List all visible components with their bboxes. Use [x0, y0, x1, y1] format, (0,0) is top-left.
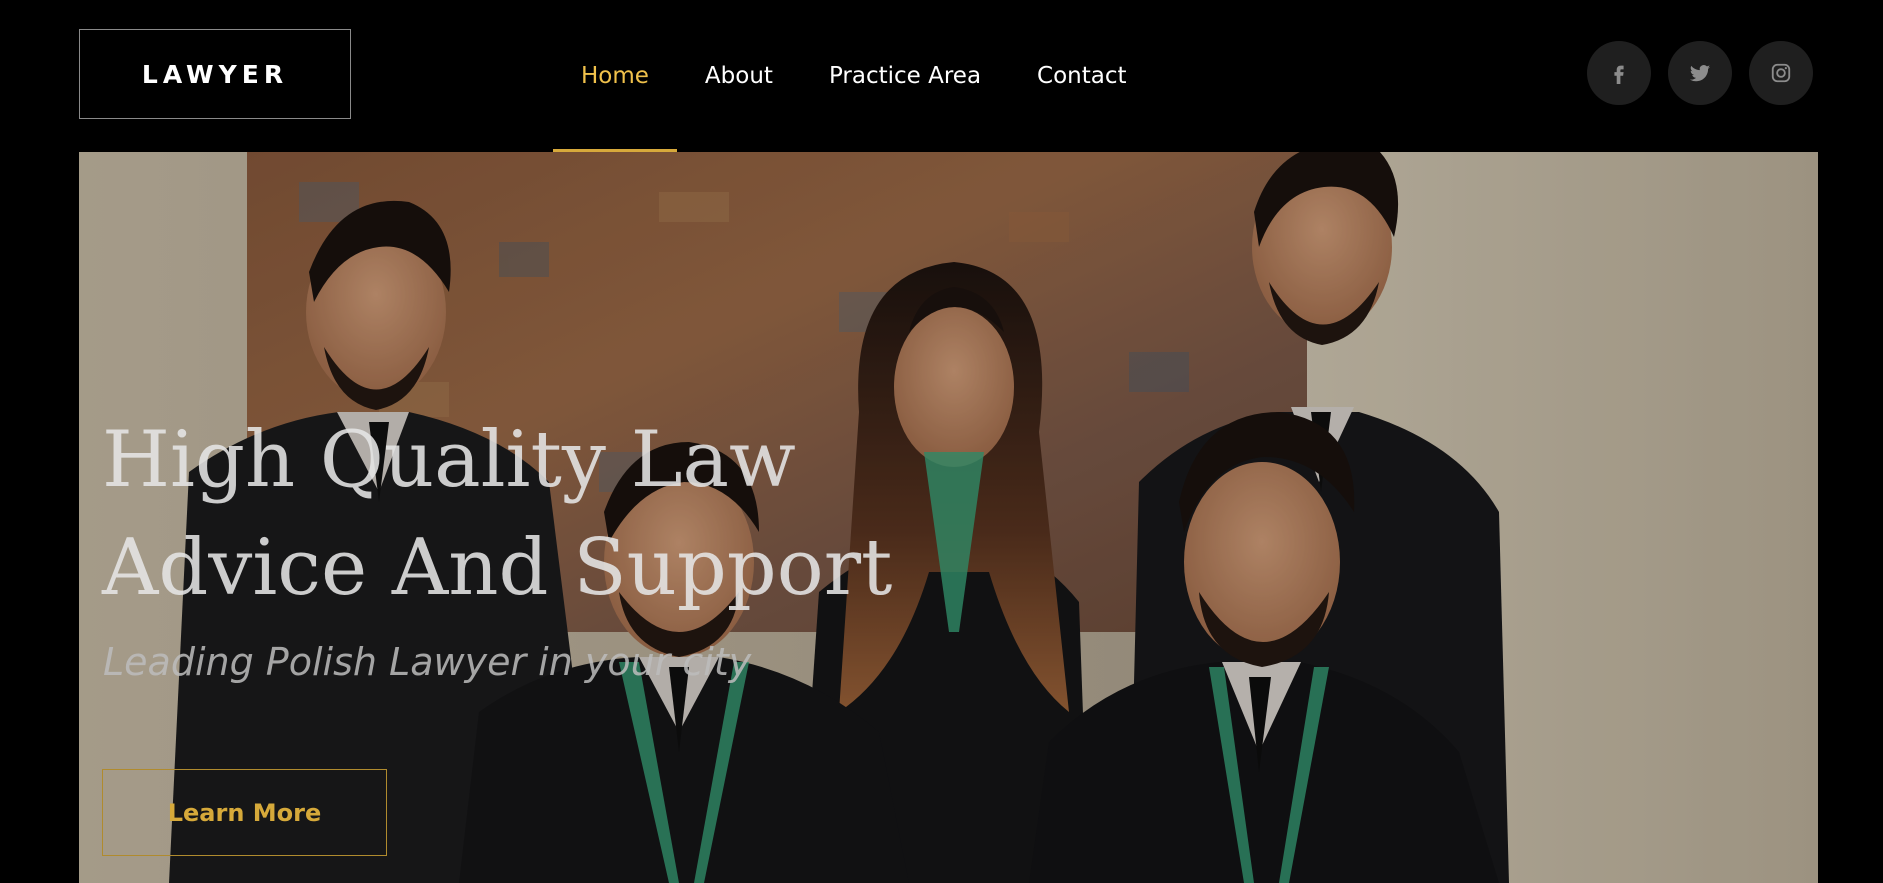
main-nav: Home About Practice Area Contact — [553, 0, 1155, 152]
hero-subtitle: Leading Polish Lawyer in your city — [103, 640, 752, 684]
twitter-button[interactable] — [1668, 41, 1732, 105]
hero-title-line-1: High Quality Law — [102, 415, 796, 505]
facebook-icon — [1614, 65, 1624, 84]
hero-title-line-2: Advice And Support — [102, 523, 893, 613]
learn-more-button[interactable]: Learn More — [102, 769, 387, 856]
nav-item-about[interactable]: About — [677, 0, 801, 152]
instagram-icon — [1771, 63, 1791, 83]
site-header: LAWYER Home About Practice Area Contact — [0, 0, 1883, 152]
social-links — [1587, 41, 1813, 105]
site-logo[interactable]: LAWYER — [79, 29, 351, 119]
nav-item-contact[interactable]: Contact — [1009, 0, 1154, 152]
facebook-button[interactable] — [1587, 41, 1651, 105]
nav-item-home[interactable]: Home — [553, 0, 677, 152]
hero-title: High Quality Law Advice And Support — [102, 406, 1002, 622]
instagram-button[interactable] — [1749, 41, 1813, 105]
hero-section: High Quality Law Advice And Support Lead… — [79, 152, 1818, 883]
twitter-icon — [1689, 65, 1711, 82]
nav-item-practice-area[interactable]: Practice Area — [801, 0, 1009, 152]
logo-text: LAWYER — [141, 59, 289, 89]
